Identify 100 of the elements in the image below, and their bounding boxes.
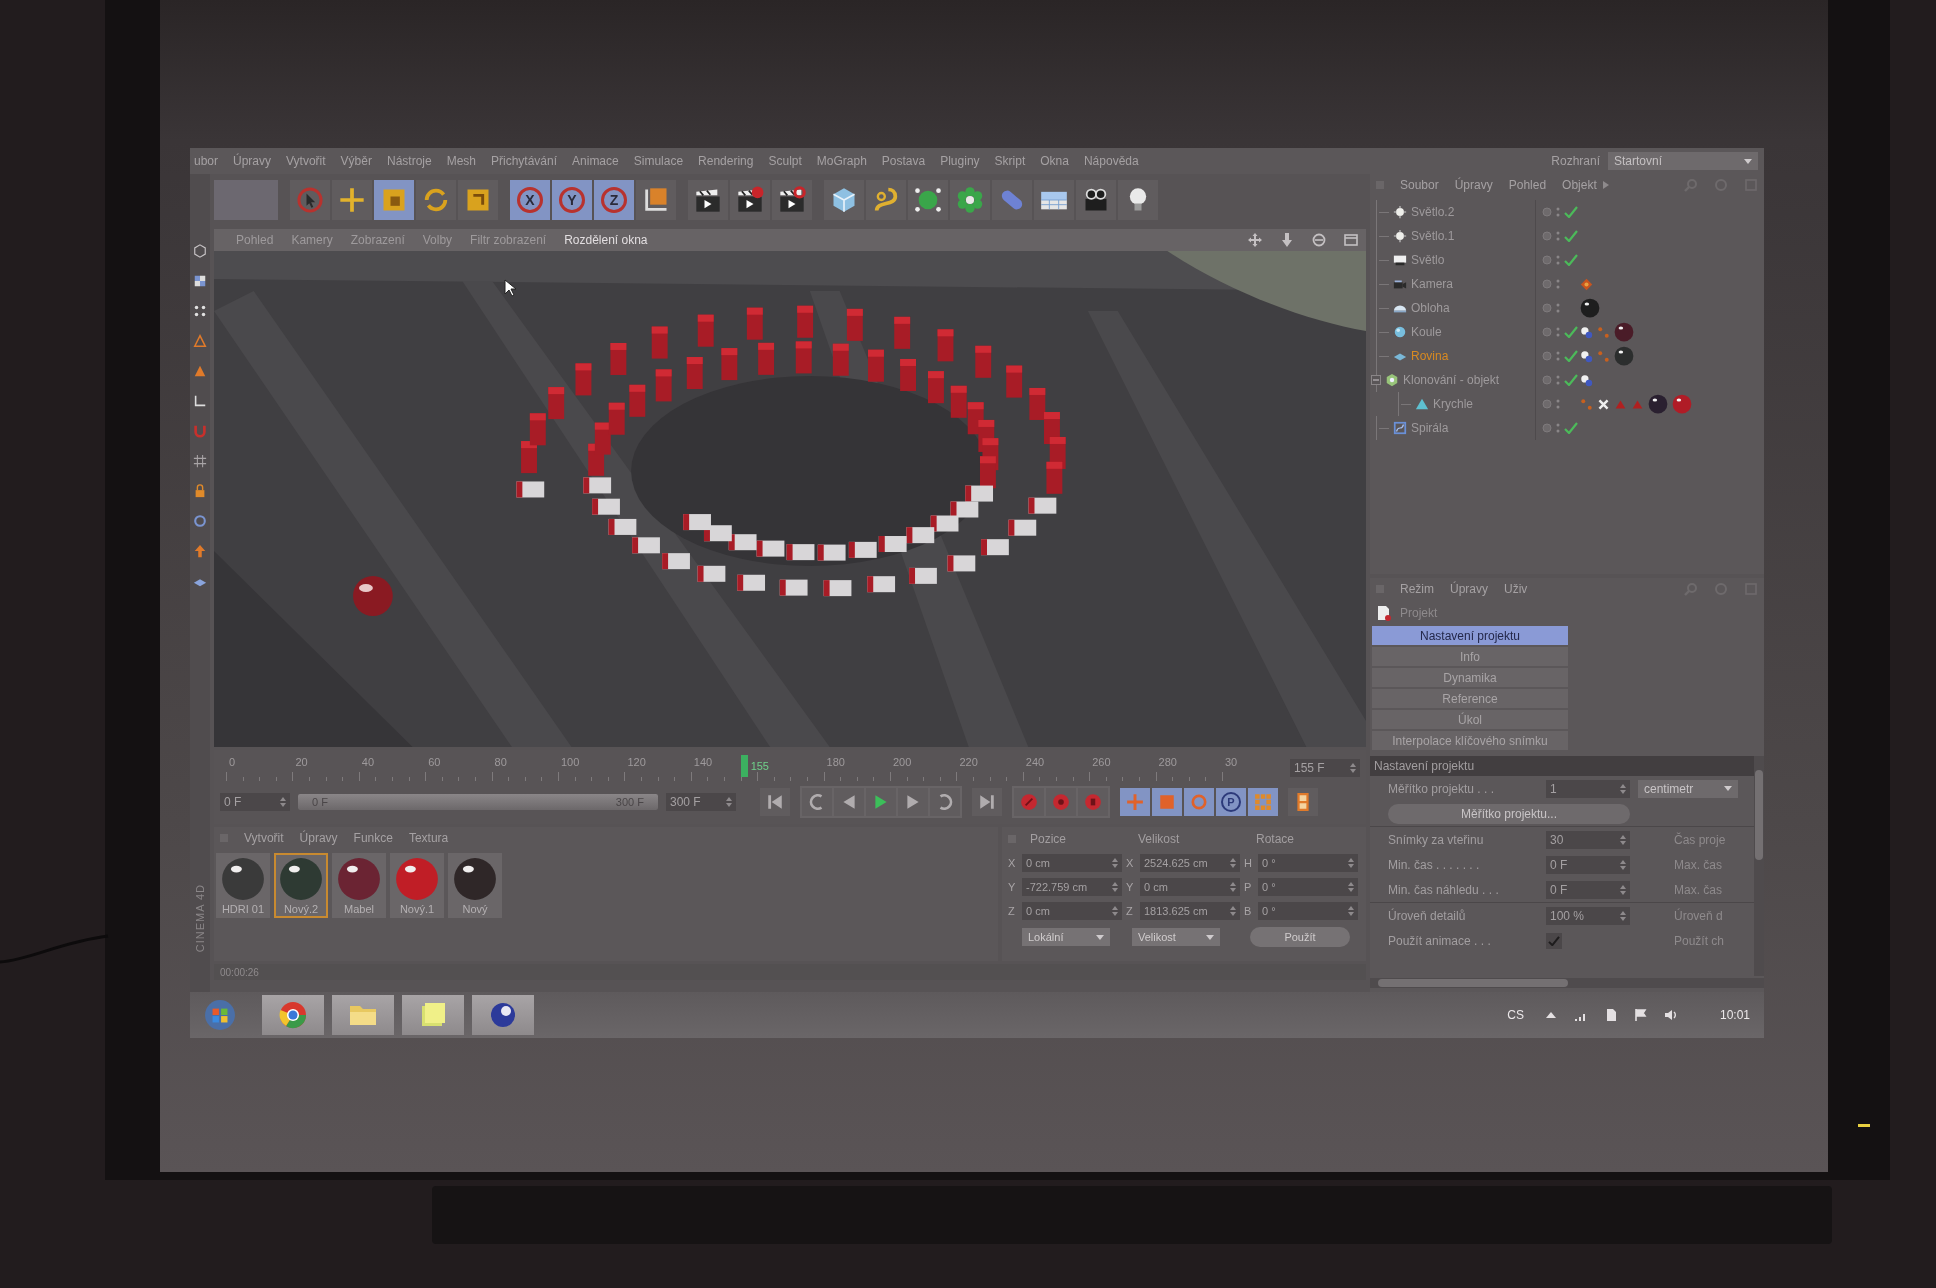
menu-item[interactable]: Postava [881,154,926,168]
check-icon[interactable] [1564,374,1578,386]
spinner-icon[interactable] [1620,884,1626,895]
layout-dropdown[interactable]: Startovní [1608,152,1758,170]
input-field[interactable]: 0 F [1546,880,1630,899]
spinner-icon[interactable] [280,797,286,807]
coordinate-field[interactable]: 0 ° [1258,902,1358,920]
polygons-icon[interactable] [193,364,207,378]
material-tag-icon[interactable] [1648,394,1668,414]
coordinate-field[interactable]: 0 cm [1140,878,1240,896]
step-back-button[interactable] [834,788,864,816]
checker-icon[interactable] [193,274,207,288]
more-arrow-icon[interactable] [1602,181,1609,189]
parameter-key-button[interactable]: P [1216,788,1246,816]
mode-dropdown[interactable]: Lokální [1022,928,1110,946]
spinner-icon[interactable] [1112,906,1118,916]
object-name[interactable]: Světlo.1 [1411,229,1455,243]
coordinate-field[interactable]: 0 ° [1258,878,1358,896]
circle-icon[interactable] [1542,279,1552,289]
check-icon[interactable] [1564,254,1578,266]
material-item[interactable]: Nový.1 [390,853,444,918]
render-picture-button[interactable] [730,180,770,220]
dot-pair-icon[interactable] [1556,230,1560,242]
menu-item[interactable]: Uživ [1504,582,1528,596]
circle-icon[interactable] [1542,303,1552,313]
menu-item[interactable]: Režim [1400,582,1434,596]
object-name[interactable]: Světlo.2 [1411,205,1455,219]
menu-item[interactable]: Mesh [446,154,476,168]
material-tag-icon[interactable] [1614,346,1634,366]
material-item[interactable]: Nový [448,853,502,918]
material-item[interactable]: Mabel [332,853,386,918]
playhead-handle[interactable]: 155 [740,755,769,777]
spinner-icon[interactable] [1112,882,1118,892]
camera-button[interactable] [1076,180,1116,220]
input-field[interactable]: 0 F [1546,855,1630,874]
menu-item[interactable]: Simulace [633,154,684,168]
menu-item[interactable]: Pohled [1508,178,1547,192]
spinner-icon[interactable] [1348,906,1354,916]
check-icon[interactable] [1564,230,1578,242]
spinner-icon[interactable] [1620,783,1626,794]
menu-item[interactable]: Vytvořit [244,831,284,845]
object-name[interactable]: Obloha [1411,301,1450,315]
collapse-box-icon[interactable] [1371,375,1381,385]
array-button[interactable] [950,180,990,220]
settings-tab[interactable]: Nastavení projektu [1372,626,1568,645]
menu-item[interactable]: Okna [1040,154,1069,168]
clock-time[interactable]: 10:01 [1719,1008,1750,1022]
down-arrow-icon[interactable] [1280,233,1294,247]
menu-item[interactable]: Funkce [353,831,393,845]
spinner-icon[interactable] [726,797,732,807]
spinner-icon[interactable] [1230,906,1236,916]
menu-item[interactable]: Sculpt [768,154,802,168]
render-view-button[interactable] [688,180,728,220]
material-tag-icon[interactable] [1580,298,1600,318]
material-tag-icon[interactable] [1672,394,1692,414]
dots-tag-icon[interactable] [1597,325,1610,339]
circle-icon[interactable] [1542,327,1552,337]
menu-item[interactable]: Úpravy [299,831,338,845]
edges-icon[interactable] [193,334,207,348]
spinner-icon[interactable] [1350,763,1356,773]
keyframe-selection-button[interactable] [1078,788,1108,816]
axis-lock-button[interactable]: Z [594,180,634,220]
menu-item[interactable]: MoGraph [816,154,867,168]
go-to-start-button[interactable] [760,788,790,816]
grid-icon[interactable] [193,454,207,468]
checkbox[interactable] [1546,932,1562,949]
balls-tag-icon[interactable] [1580,325,1593,339]
viewport-menu-item[interactable]: Rozdělení okna [564,233,648,247]
input-field[interactable]: 100 % [1546,906,1630,925]
balls-tag-icon[interactable] [1580,349,1593,363]
magnet-icon[interactable] [193,424,207,438]
end-frame-field[interactable]: 300 F [666,793,736,811]
go-to-end-button[interactable] [972,788,1002,816]
dot-pair-icon[interactable] [1556,374,1560,386]
check-icon[interactable] [1564,422,1578,434]
speaker-icon[interactable] [1663,1008,1678,1022]
material-item[interactable]: HDRI 01 [216,853,270,918]
recent-tool-button[interactable] [458,180,498,220]
spinner-icon[interactable] [1620,834,1626,845]
circle-icon[interactable] [1542,399,1552,409]
spinner-icon[interactable] [1230,858,1236,868]
spline-button[interactable] [866,180,906,220]
dots-tag-icon[interactable] [1597,349,1610,363]
current-frame-field[interactable]: 155 F [1290,759,1360,777]
circle-icon[interactable] [1542,423,1552,433]
menu-item[interactable]: Soubor [1400,178,1439,192]
menu-item[interactable]: Rendering [698,154,754,168]
menu-item[interactable]: Úpravy [1454,178,1493,192]
timeline-button[interactable] [1288,788,1318,816]
scene-button[interactable] [1034,180,1074,220]
circle-icon[interactable] [1542,255,1552,265]
menu-item[interactable]: Textura [408,831,449,845]
menu-item[interactable]: Skript [994,154,1026,168]
coordinate-field[interactable]: -722.759 cm [1022,878,1122,896]
object-name[interactable]: Světlo [1411,253,1445,267]
menu-item[interactable]: Animace [572,154,619,168]
dot-pair-icon[interactable] [1556,350,1560,362]
input-field[interactable]: 30 [1546,830,1630,849]
loop-forward-button[interactable] [930,788,960,816]
dot-pair-icon[interactable] [1556,206,1560,218]
